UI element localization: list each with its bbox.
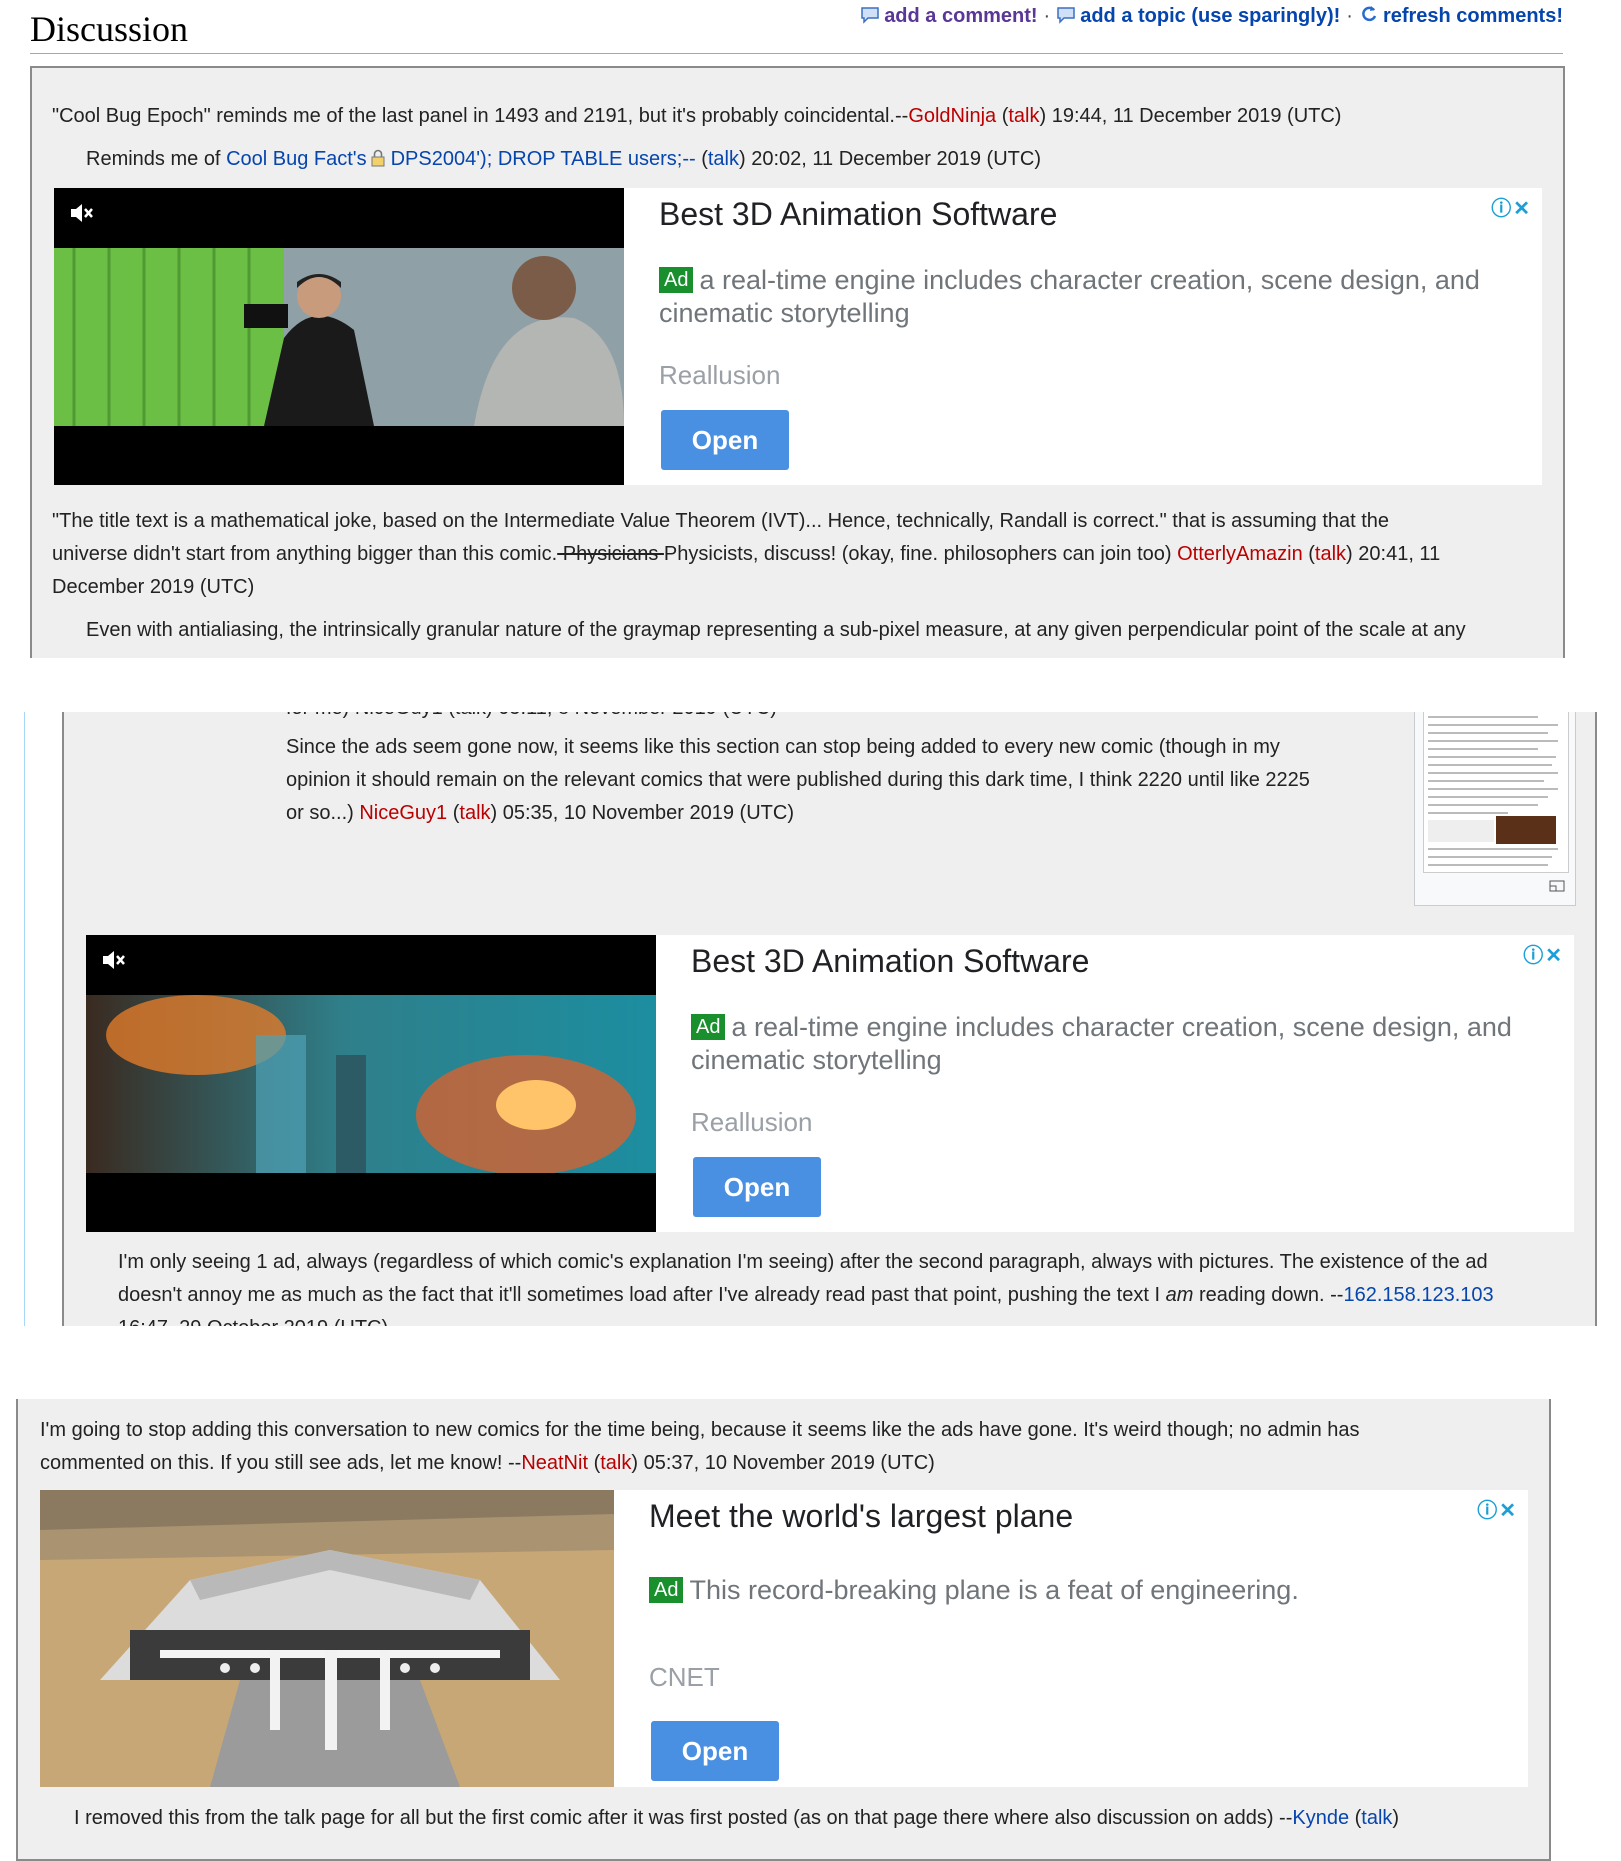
user-link-niceguy1[interactable]: NiceGuy1 xyxy=(359,802,447,824)
adchoices-icon[interactable]: ⓘ✕ xyxy=(1491,192,1532,221)
separator: · xyxy=(1043,5,1051,27)
ad-video-frame xyxy=(86,995,656,1173)
emphasis: am xyxy=(1165,1284,1194,1306)
ad-image[interactable] xyxy=(40,1490,614,1787)
comment-ip-user: I'm only seeing 1 ad, always (regardless… xyxy=(118,1251,1494,1326)
lock-icon xyxy=(369,145,387,178)
adchoices-icon[interactable]: ⓘ✕ xyxy=(1523,939,1564,968)
user-link-neatnit[interactable]: NeatNit xyxy=(521,1452,588,1474)
ad-open-button[interactable]: Open xyxy=(661,410,789,470)
left-margin-border xyxy=(24,712,25,1326)
title-underline xyxy=(30,53,1563,54)
comment-partial: for me) NiceGuy1 (talk) 05:11, 8 Novembe… xyxy=(286,712,777,725)
speech-bubble-icon xyxy=(860,6,880,30)
advertisement-3[interactable]: Meet the world's largest plane Ad This re… xyxy=(40,1490,1528,1787)
user-link-goldninja[interactable]: GoldNinja xyxy=(908,105,996,127)
user-link-kynde[interactable]: Kynde xyxy=(1292,1807,1349,1829)
talk-link[interactable]: talk xyxy=(1008,105,1039,127)
ad-badge: Ad xyxy=(649,1577,684,1603)
discussion-actions: add a comment! · add a topic (use sparingl… xyxy=(860,4,1563,30)
comic-thumbnail[interactable] xyxy=(1414,712,1576,906)
ad-advertiser: CNET xyxy=(649,1662,720,1692)
thumbnail-page xyxy=(1423,712,1569,873)
separator: · xyxy=(1346,5,1353,27)
ad-headline[interactable]: Meet the world's largest plane xyxy=(649,1498,1073,1535)
timestamp: 20:02, 11 December 2019 (UTC) xyxy=(751,148,1041,170)
refresh-comments-link[interactable]: refresh comments! xyxy=(1383,5,1563,27)
mute-icon[interactable] xyxy=(100,947,126,978)
thumbnail-content xyxy=(1428,716,1558,866)
ad-video-frame xyxy=(54,248,624,426)
timestamp: 05:35, 10 November 2019 (UTC) xyxy=(502,802,794,824)
ad-description: Ad a real-time engine includes character … xyxy=(659,265,1480,328)
comment-goldninja: "Cool Bug Epoch" reminds me of the last … xyxy=(52,105,1342,127)
speech-bubble-icon xyxy=(1056,6,1076,30)
ad-description: Ad This record-breaking plane is a feat o… xyxy=(649,1574,1499,1607)
adchoices-icon[interactable]: ⓘ✕ xyxy=(1477,1494,1518,1523)
advertisement-1[interactable]: Best 3D Animation Software Ad a real-time… xyxy=(54,188,1542,485)
discussion-panel-1: "Cool Bug Epoch" reminds me of the last … xyxy=(30,66,1565,658)
mute-icon[interactable] xyxy=(68,200,94,231)
comment-dps2004: Reminds me of Cool Bug Fact's DPS2004'); … xyxy=(86,143,1041,178)
add-comment-link[interactable]: add a comment! xyxy=(884,5,1037,27)
user-link-dps2004[interactable]: DPS2004'); DROP TABLE users;-- xyxy=(391,148,696,170)
talk-link[interactable]: talk xyxy=(459,802,490,824)
ad-headline[interactable]: Best 3D Animation Software xyxy=(691,943,1089,980)
comment-niceguy1: Since the ads seem gone now, it seems li… xyxy=(286,736,1310,824)
talk-link[interactable]: talk xyxy=(1361,1807,1392,1829)
ad-advertiser: Reallusion xyxy=(659,360,781,390)
struck-text: Physicians xyxy=(557,543,664,565)
ad-badge: Ad xyxy=(691,1014,726,1040)
ad-video[interactable] xyxy=(86,935,656,1232)
refresh-icon xyxy=(1359,4,1379,30)
comment-antialiasing: Even with antialiasing, the intrinsicall… xyxy=(86,619,1466,641)
discussion-panel-3: I'm going to stop adding this conversati… xyxy=(16,1399,1551,1861)
user-link-otterlyamazin[interactable]: OtterlyAmazin xyxy=(1177,543,1303,565)
add-topic-link[interactable]: add a topic (use sparingly)! xyxy=(1080,5,1340,27)
advertisement-2[interactable]: Best 3D Animation Software Ad a real-time… xyxy=(86,935,1574,1232)
user-link-ip[interactable]: 162.158.123.103 xyxy=(1343,1284,1493,1306)
talk-link[interactable]: talk xyxy=(1315,543,1346,565)
cool-bug-facts-link[interactable]: Cool Bug Fact's xyxy=(226,148,367,170)
ad-badge: Ad xyxy=(659,267,694,293)
ad-advertiser: Reallusion xyxy=(691,1107,813,1137)
talk-link[interactable]: talk xyxy=(600,1452,631,1474)
hangar-photo xyxy=(40,1490,614,1787)
discussion-panel-2: for me) NiceGuy1 (talk) 05:11, 8 Novembe… xyxy=(62,712,1597,1326)
ad-headline[interactable]: Best 3D Animation Software xyxy=(659,196,1057,233)
ad-video[interactable] xyxy=(54,188,624,485)
comment-kynde: I removed this from the talk page for al… xyxy=(74,1807,1400,1829)
page-title: Discussion xyxy=(30,9,189,49)
timestamp: 19:44, 11 December 2019 (UTC) xyxy=(1051,105,1342,127)
comment-neatnit: I'm going to stop adding this conversati… xyxy=(40,1419,1360,1474)
timestamp: 05:37, 10 November 2019 (UTC) xyxy=(643,1452,935,1474)
comment-otterlyamazin: "The title text is a mathematical joke, … xyxy=(52,510,1441,598)
talk-link[interactable]: talk xyxy=(708,148,739,170)
ad-open-button[interactable]: Open xyxy=(651,1721,779,1781)
ad-open-button[interactable]: Open xyxy=(693,1157,821,1217)
enlarge-icon[interactable] xyxy=(1549,879,1565,897)
ad-description: Ad a real-time engine includes character … xyxy=(691,1012,1512,1075)
